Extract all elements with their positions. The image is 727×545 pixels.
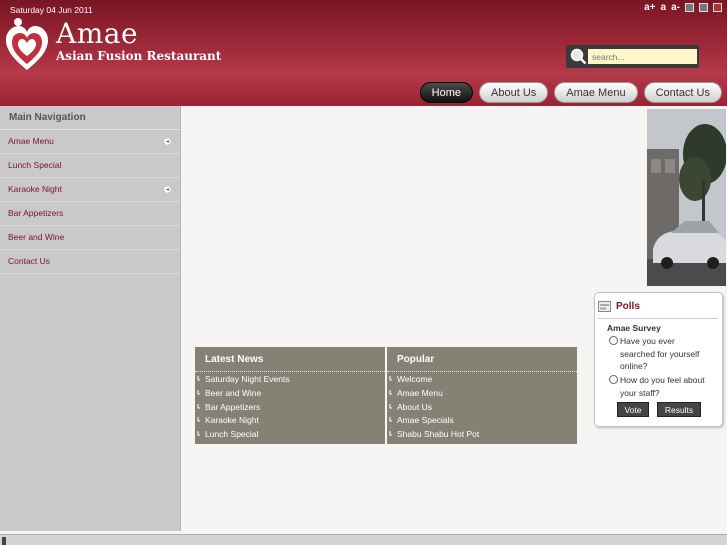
results-button[interactable]: Results [657, 402, 701, 417]
current-date: Saturday 04 Jun 2011 [10, 5, 93, 15]
logo-subtitle: Asian Fusion Restaurant [56, 49, 222, 63]
theme-gray-icon[interactable] [685, 3, 694, 12]
sidebar-item-lunch-special[interactable]: Lunch Special [0, 154, 180, 178]
poll-option-label: How do you feel about your staff? [620, 375, 705, 398]
font-increase-button[interactable]: a+ [644, 2, 655, 13]
sidebar-item-label: Karaoke Night [8, 184, 62, 194]
search-box [566, 45, 699, 68]
news-item[interactable]: Beer and Wine [195, 387, 385, 401]
font-decrease-button[interactable]: a- [671, 2, 680, 13]
theme-dark-icon[interactable] [699, 3, 708, 12]
bullet-icon [389, 403, 392, 409]
popular-item[interactable]: About Us [387, 401, 577, 415]
restaurant-photo [647, 109, 726, 286]
bullet-icon [197, 376, 200, 381]
polls-title: Polls [616, 301, 640, 312]
sidebar-item-label: Contact Us [8, 256, 51, 266]
sidebar-item-label: Amae Menu [8, 136, 54, 146]
bullet-icon [389, 431, 392, 436]
arrow-right-icon [164, 138, 171, 145]
sidebar-item-contact-us[interactable]: Contact Us [0, 250, 180, 274]
font-size-controls: a+ a a- [644, 2, 722, 13]
news-item[interactable]: Saturday Night Events [195, 373, 385, 387]
poll-option-radio[interactable] [609, 375, 618, 384]
heart-logo-icon[interactable] [4, 16, 50, 74]
latest-news-module: Latest News Saturday Night Events Beer a… [195, 347, 385, 444]
font-reset-button[interactable]: a [661, 2, 667, 13]
top-navigation: Home About Us Amae Menu Contact Us [419, 82, 722, 103]
sidebar-title: Main Navigation [0, 106, 180, 130]
popular-module: Popular Welcome Amae Menu About Us Amae … [387, 347, 577, 444]
sidebar-item-label: Lunch Special [8, 160, 62, 170]
popular-item[interactable]: Welcome [387, 373, 577, 387]
sidebar-item-karaoke-night[interactable]: Karaoke Night [0, 178, 180, 202]
nav-amae-menu-button[interactable]: Amae Menu [554, 82, 638, 103]
poll-option-label: Have you ever searched for yourself onli… [620, 336, 700, 371]
poll-option-radio[interactable] [609, 336, 618, 345]
theme-red-icon[interactable] [713, 3, 722, 12]
vote-button[interactable]: Vote [617, 402, 649, 417]
popular-item[interactable]: Amae Menu [387, 387, 577, 401]
news-item[interactable]: Karaoke Night [195, 414, 385, 428]
popular-item[interactable]: Amae Specials [387, 414, 577, 428]
nav-contact-us-button[interactable]: Contact Us [643, 82, 722, 103]
bullet-icon [389, 389, 392, 395]
site-header: Saturday 04 Jun 2011 Amae Asian Fusion R… [0, 0, 727, 106]
search-input[interactable] [588, 49, 697, 64]
popular-title: Popular [387, 347, 577, 372]
polls-module: Polls Amae Survey Have you ever searched… [594, 292, 723, 427]
polls-header: Polls [598, 299, 718, 319]
survey-title: Amae Survey [607, 323, 661, 333]
popular-item[interactable]: Shabu Shabu Hot Pot [387, 428, 577, 442]
scrollbar-thumb[interactable] [2, 537, 6, 545]
bullet-icon [197, 403, 200, 409]
sidebar: Main Navigation Amae Menu Lunch Special … [0, 106, 181, 531]
bullet-icon [197, 417, 200, 422]
sidebar-item-amae-menu[interactable]: Amae Menu [0, 130, 180, 154]
sidebar-item-bar-appetizers[interactable]: Bar Appetizers [0, 202, 180, 226]
logo-title[interactable]: Amae [56, 17, 138, 50]
news-item[interactable]: Bar Appetizers [195, 401, 385, 415]
sidebar-item-label: Bar Appetizers [8, 208, 64, 218]
nav-about-us-button[interactable]: About Us [479, 82, 549, 103]
latest-news-title: Latest News [195, 347, 385, 372]
news-item[interactable]: Lunch Special [195, 428, 385, 442]
bullet-icon [389, 417, 392, 422]
bullet-icon [197, 389, 200, 395]
sidebar-item-label: Beer and Wine [8, 232, 65, 242]
bullet-icon [389, 376, 392, 381]
horizontal-scrollbar[interactable] [0, 534, 727, 545]
nav-home-button[interactable]: Home [419, 82, 474, 103]
bullet-icon [197, 431, 200, 436]
poll-chart-icon [598, 301, 611, 312]
search-icon[interactable] [569, 47, 587, 65]
arrow-right-icon [164, 186, 171, 193]
sidebar-item-beer-and-wine[interactable]: Beer and Wine [0, 226, 180, 250]
